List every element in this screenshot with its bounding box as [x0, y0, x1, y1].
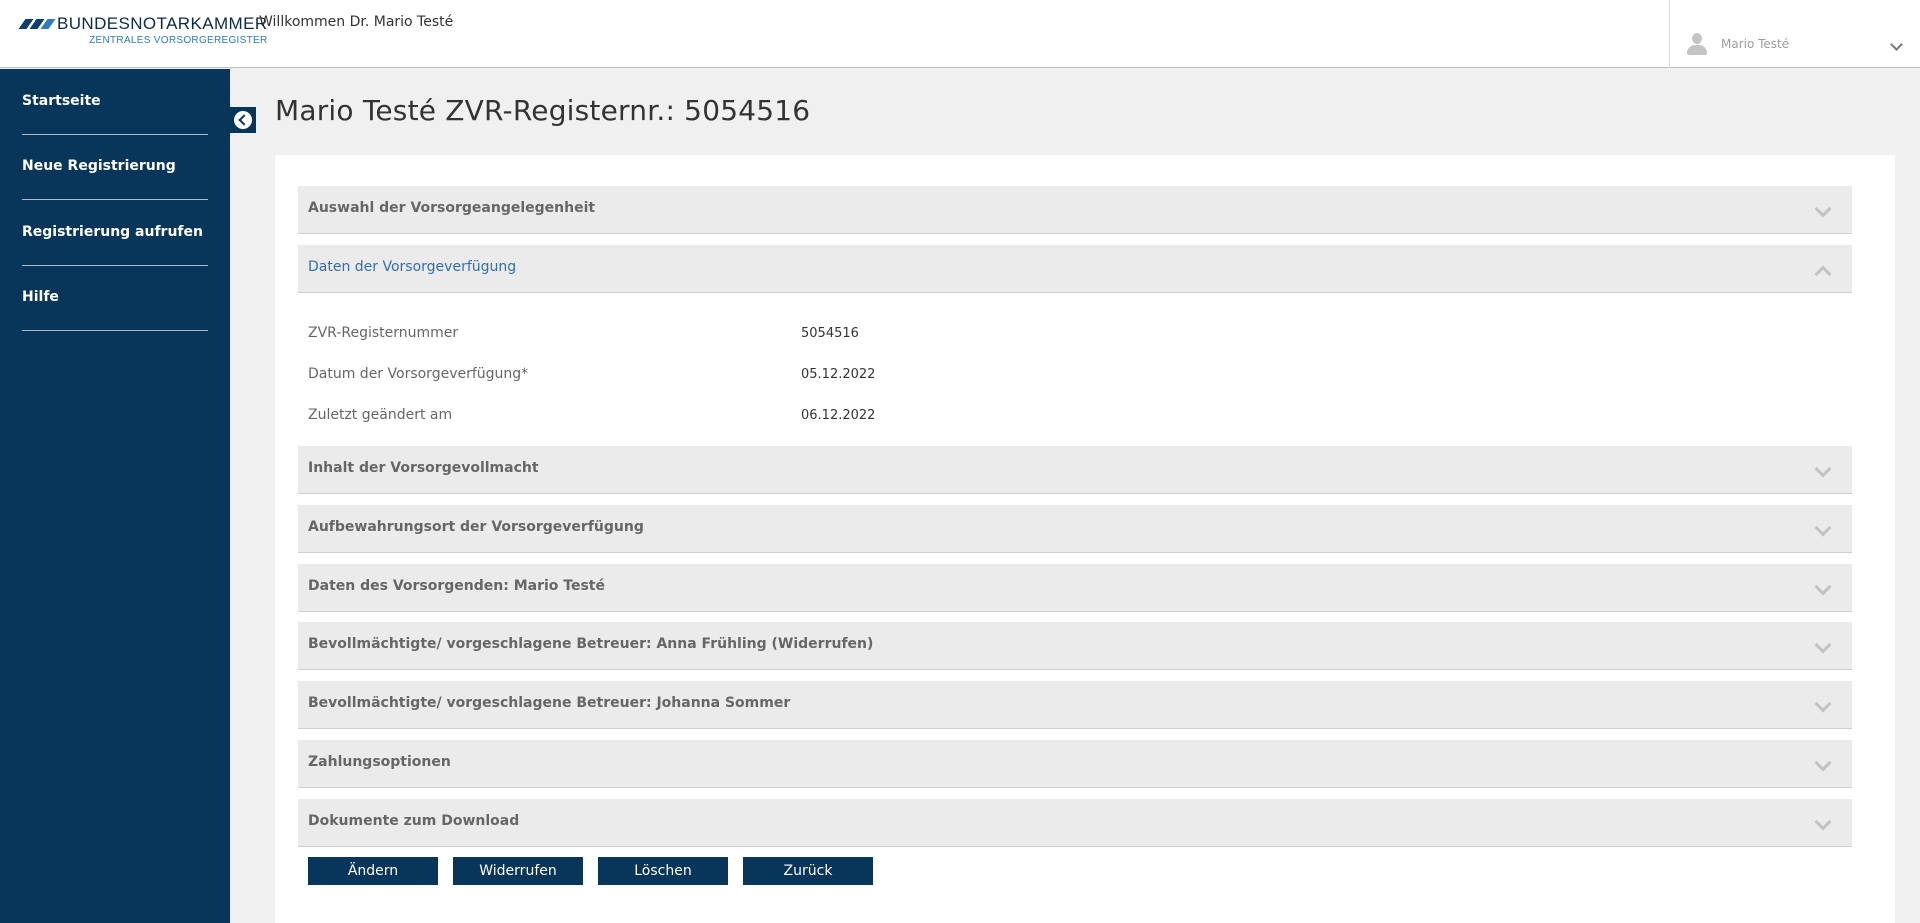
detail-label-registernummer: ZVR-Registernummer	[308, 325, 459, 341]
logo-mark-icon	[18, 19, 56, 29]
user-menu[interactable]: Mario Testé	[1669, 0, 1920, 68]
chevron-down-icon	[1814, 578, 1832, 596]
user-icon	[1687, 33, 1707, 55]
chevron-down-icon	[1814, 519, 1832, 537]
section-title: Zahlungsoptionen	[308, 754, 451, 770]
detail-label-zuletzt-geaendert: Zuletzt geändert am	[308, 407, 453, 423]
aendern-button[interactable]: Ändern	[308, 857, 438, 885]
section-auswahl-vorsorgeangelegenheit[interactable]: Auswahl der Vorsorgeangelegenheit	[298, 186, 1852, 234]
sidebar-item-neue-registrierung[interactable]: Neue Registrierung	[22, 134, 208, 200]
sidebar-item-hilfe[interactable]: Hilfe	[22, 265, 208, 331]
section-bevollmaechtigte-anna[interactable]: Bevollmächtigte/ vorgeschlagene Betreuer…	[298, 622, 1852, 670]
chevron-down-icon	[1814, 636, 1832, 654]
section-title: Inhalt der Vorsorgevollmacht	[308, 460, 539, 476]
logo-name: BUNDESNOTARKAMMER	[57, 14, 268, 33]
section-title: Bevollmächtigte/ vorgeschlagene Betreuer…	[308, 695, 791, 711]
user-name: Mario Testé	[1721, 37, 1790, 51]
zurueck-button[interactable]: Zurück	[743, 857, 873, 885]
section-zahlungsoptionen[interactable]: Zahlungsoptionen	[298, 740, 1852, 788]
section-title: Dokumente zum Download	[308, 813, 520, 829]
section-daten-vorsorgenden[interactable]: Daten des Vorsorgenden: Mario Testé	[298, 564, 1852, 612]
detail-value-zuletzt-geaendert: 06.12.2022	[801, 408, 876, 423]
detail-value-datum: 05.12.2022	[801, 367, 876, 382]
chevron-down-icon	[1890, 38, 1903, 51]
loeschen-button[interactable]: Löschen	[598, 857, 728, 885]
sidebar-item-startseite[interactable]: Startseite	[22, 69, 208, 135]
section-aufbewahrungsort[interactable]: Aufbewahrungsort der Vorsorgeverfügung	[298, 505, 1852, 553]
page-title: Mario Testé ZVR-Registernr.: 5054516	[275, 94, 811, 127]
section-title: Daten des Vorsorgenden: Mario Testé	[308, 578, 605, 594]
section-title: Auswahl der Vorsorgeangelegenheit	[308, 200, 596, 216]
chevron-down-icon	[1814, 813, 1832, 831]
chevron-left-circle-icon	[234, 111, 252, 129]
logo-subtitle: ZENTRALES VORSORGEREGISTER	[89, 35, 268, 46]
chevron-up-icon	[1814, 265, 1832, 283]
sidebar-item-registrierung-aufrufen[interactable]: Registrierung aufrufen	[22, 200, 208, 266]
section-title: Daten der Vorsorgeverfügung	[308, 259, 517, 275]
chevron-down-icon	[1814, 200, 1832, 218]
section-inhalt-vorsorgevollmacht[interactable]: Inhalt der Vorsorgevollmacht	[298, 446, 1852, 494]
section-title: Aufbewahrungsort der Vorsorgeverfügung	[308, 519, 644, 535]
chevron-down-icon	[1814, 695, 1832, 713]
sidebar-nav: Startseite Neue Registrierung Registrier…	[0, 69, 230, 923]
welcome-message: Willkommen Dr. Mario Testé	[259, 14, 454, 30]
top-header: BUNDESNOTARKAMMER ZENTRALES VORSORGEREGI…	[0, 0, 1920, 68]
section-dokumente-download[interactable]: Dokumente zum Download	[298, 799, 1852, 847]
chevron-down-icon	[1814, 754, 1832, 772]
section-daten-vorsorgeverfuegung[interactable]: Daten der Vorsorgeverfügung	[298, 245, 1852, 293]
section-title: Bevollmächtigte/ vorgeschlagene Betreuer…	[308, 636, 874, 652]
section-bevollmaechtigte-johanna[interactable]: Bevollmächtigte/ vorgeschlagene Betreuer…	[298, 681, 1852, 729]
widerrufen-button[interactable]: Widerrufen	[453, 857, 583, 885]
detail-value-registernummer: 5054516	[801, 326, 859, 341]
detail-label-datum: Datum der Vorsorgeverfügung*	[308, 366, 529, 382]
bundesnotarkammer-logo[interactable]: BUNDESNOTARKAMMER ZENTRALES VORSORGEREGI…	[18, 14, 268, 46]
sidebar-collapse-button[interactable]	[230, 107, 256, 133]
chevron-down-icon	[1814, 460, 1832, 478]
